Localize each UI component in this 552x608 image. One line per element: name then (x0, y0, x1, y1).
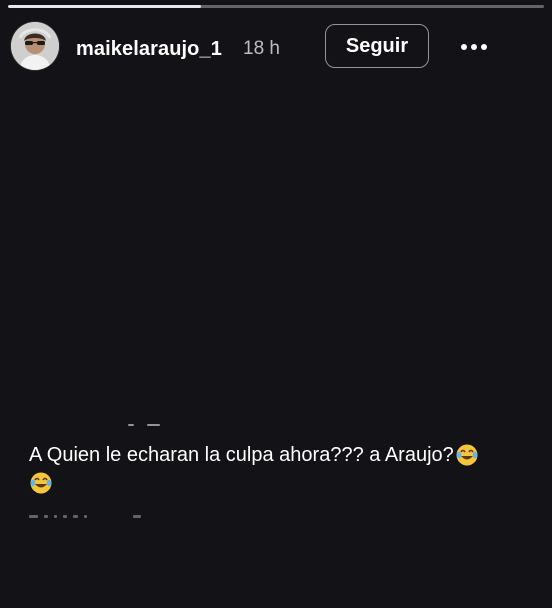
avatar-image-icon (11, 22, 59, 70)
tears-of-joy-emoji-icon (455, 443, 479, 467)
story-progress-fill (8, 5, 201, 8)
tears-of-joy-emoji-icon (29, 471, 53, 495)
more-options-button[interactable] (456, 30, 492, 64)
text-fragment-line (147, 424, 160, 426)
story-caption: A Quien le echaran la culpa ahora??? a A… (29, 441, 549, 497)
cropped-text-fragment (29, 505, 147, 523)
story-progress-bar (8, 5, 544, 8)
post-time: 18 h (243, 38, 280, 59)
text-fragment-line (128, 424, 134, 426)
username[interactable]: maikelaraujo_1 (76, 38, 222, 61)
more-horizontal-icon (461, 44, 487, 50)
follow-button[interactable]: Seguir (325, 24, 429, 68)
story-viewer: maikelaraujo_1 18 h Seguir A Quien le ec… (0, 0, 552, 608)
caption-text: A Quien le echaran la culpa ahora??? a A… (29, 444, 454, 466)
story-header: maikelaraujo_1 18 h Seguir (0, 14, 552, 80)
avatar[interactable] (11, 22, 59, 70)
